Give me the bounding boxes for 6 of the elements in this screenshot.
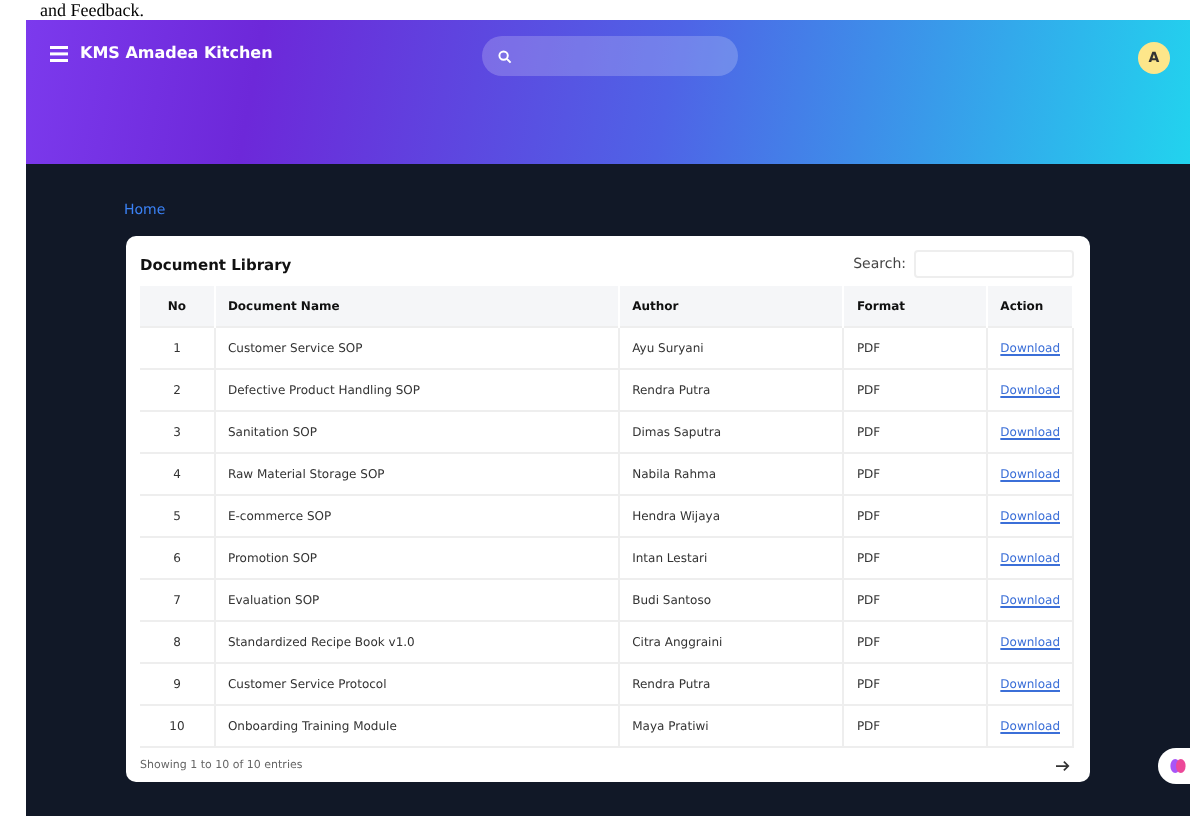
search-field[interactable] [482, 36, 738, 76]
menu-icon[interactable] [50, 45, 68, 61]
app-title: KMS Amadea Kitchen [80, 44, 273, 62]
search-icon [498, 49, 512, 63]
caption-text: and Feedback. [40, 0, 144, 20]
next-arrow-icon[interactable] [1056, 760, 1070, 772]
